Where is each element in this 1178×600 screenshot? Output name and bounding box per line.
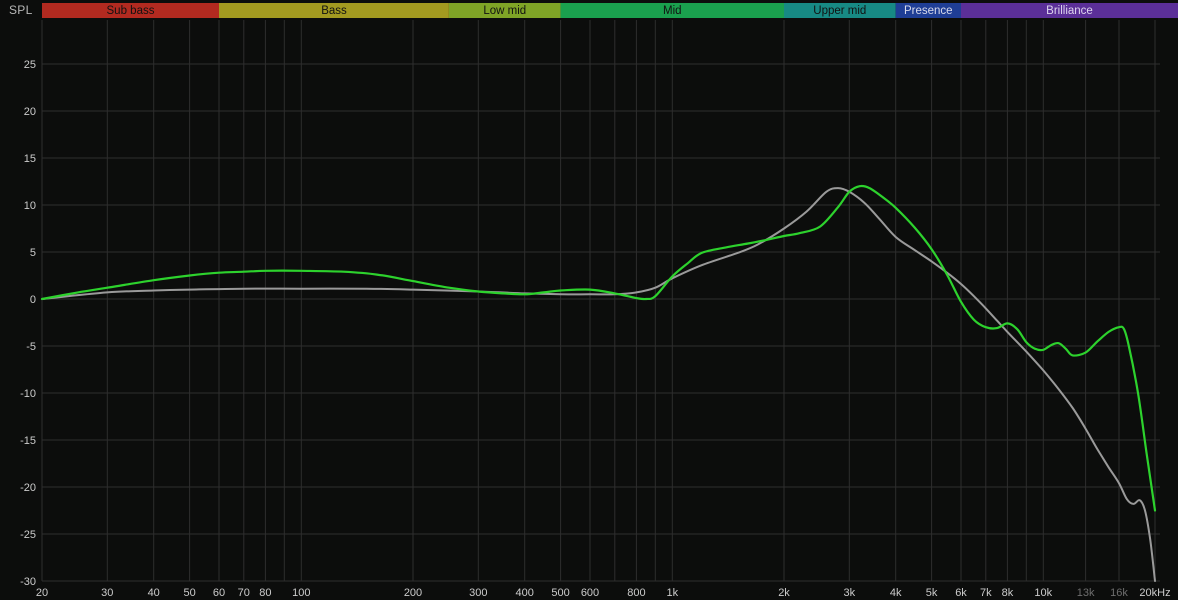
x-tick-label: 80 xyxy=(259,587,271,599)
x-tick-label: 20 xyxy=(36,587,48,599)
x-tick-label: 8k xyxy=(1002,587,1014,599)
band-label-bass: Bass xyxy=(321,5,347,17)
x-tick-label: 200 xyxy=(404,587,422,599)
band-label-brilliance: Brilliance xyxy=(1046,5,1093,17)
x-tick-label: 3k xyxy=(843,587,855,599)
x-tick-label: 300 xyxy=(469,587,487,599)
y-tick-label: 0 xyxy=(30,294,36,306)
y-tick-label: -20 xyxy=(20,482,36,494)
x-tick-label: 60 xyxy=(213,587,225,599)
x-tick-label: 16k xyxy=(1110,587,1128,599)
x-tick-label: 70 xyxy=(238,587,250,599)
chart-canvas: Sub bass Bass Low mid Mid Upper mid Presence B… xyxy=(20,3,1178,599)
frequency-bands: Sub bass Bass Low mid Mid Upper mid Presence B… xyxy=(42,3,1178,18)
y-tick-label: -10 xyxy=(20,388,36,400)
x-tick-label: 400 xyxy=(516,587,534,599)
y-tick-label: -15 xyxy=(20,435,36,447)
curve-green xyxy=(40,184,1157,512)
x-tick-label: 30 xyxy=(101,587,113,599)
x-tick-label: 1k xyxy=(666,587,678,599)
x-tick-label: 50 xyxy=(183,587,195,599)
x-tick-label: 500 xyxy=(551,587,569,599)
band-label-mid: Mid xyxy=(663,5,682,17)
x-tick-label: 100 xyxy=(292,587,310,599)
x-tick-label: 800 xyxy=(627,587,645,599)
x-tick-label: 600 xyxy=(581,587,599,599)
x-tick-label: 40 xyxy=(148,587,160,599)
band-label-sub-bass: Sub bass xyxy=(107,5,155,17)
y-tick-label: 15 xyxy=(24,153,36,165)
x-tick-label: 2k xyxy=(778,587,790,599)
band-label-low-mid: Low mid xyxy=(483,5,526,17)
x-tick-label: 10k xyxy=(1034,587,1052,599)
y-tick-label: 10 xyxy=(24,200,36,212)
y-axis-title: SPL xyxy=(9,3,33,17)
y-tick-label: 5 xyxy=(30,247,36,259)
x-tick-label: 20kHz xyxy=(1139,587,1170,599)
curve-gray xyxy=(41,187,1156,582)
y-tick-label: -25 xyxy=(20,529,36,541)
x-tick-label: 7k xyxy=(980,587,992,599)
y-tick-label: 20 xyxy=(24,106,36,118)
x-tick-label: 4k xyxy=(890,587,902,599)
band-label-upper-mid: Upper mid xyxy=(813,5,866,17)
x-axis-labels: 20 30 40 50 60 70 80 100 200 300 400 500 600 800 1k 2k 3… xyxy=(36,587,1171,599)
y-tick-label: -5 xyxy=(26,341,36,353)
y-tick-label: 25 xyxy=(24,59,36,71)
grid xyxy=(41,20,1160,582)
y-tick-label: -30 xyxy=(20,576,36,588)
x-tick-label: 5k xyxy=(926,587,938,599)
frequency-response-chart: Sub bass Bass Low mid Mid Upper mid Presence B… xyxy=(0,0,1178,600)
x-tick-label: 6k xyxy=(955,587,967,599)
y-axis-labels: 25 20 15 10 5 0 -5 -10 -15 -20 -25 -30 xyxy=(20,59,36,588)
band-label-presence: Presence xyxy=(904,5,953,17)
x-tick-label: 13k xyxy=(1077,587,1095,599)
